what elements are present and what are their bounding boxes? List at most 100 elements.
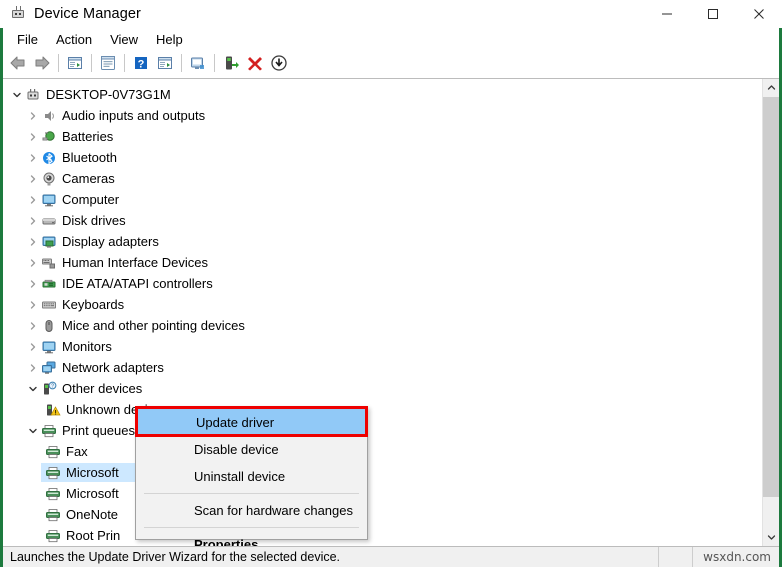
menu-file[interactable]: File xyxy=(8,30,47,49)
scroll-up-button[interactable] xyxy=(763,79,779,96)
chevron-right-icon[interactable] xyxy=(25,129,41,145)
chevron-down-icon[interactable] xyxy=(9,87,25,103)
chevron-right-icon[interactable] xyxy=(25,192,41,208)
disable-device-icon[interactable] xyxy=(267,51,291,75)
chevron-right-icon[interactable] xyxy=(25,108,41,124)
view-icon[interactable] xyxy=(153,51,177,75)
menu-help[interactable]: Help xyxy=(147,30,192,49)
tree-item-label: Print queues xyxy=(62,422,135,438)
chevron-down-icon[interactable] xyxy=(25,381,41,397)
vertical-scrollbar[interactable] xyxy=(762,79,779,546)
device-manager-window: Device Manager File Action View Help ? D… xyxy=(0,0,782,567)
chevron-right-icon[interactable] xyxy=(25,171,41,187)
tree-item-computer[interactable]: Computer xyxy=(3,189,755,210)
forward-arrow-icon[interactable] xyxy=(30,51,54,75)
device-tree: DESKTOP-0V73G1M Audio inputs and outputs xyxy=(3,79,755,546)
menu-action[interactable]: Action xyxy=(47,30,101,49)
context-menu-label: Disable device xyxy=(194,442,279,457)
back-arrow-icon[interactable] xyxy=(6,51,30,75)
watermark: wsxdn.com xyxy=(692,547,771,567)
tree-item-label: Root Prin xyxy=(66,527,121,543)
tree-item-monitors[interactable]: Monitors xyxy=(3,336,755,357)
tree-item-label: Fax xyxy=(66,443,88,459)
bluetooth-icon xyxy=(41,150,57,166)
hid-icon xyxy=(41,255,57,271)
chevron-right-icon[interactable] xyxy=(25,297,41,313)
tree-item-cameras[interactable]: Cameras xyxy=(3,168,755,189)
display-adapter-icon xyxy=(41,234,57,250)
show-hide-console-tree-icon[interactable] xyxy=(63,51,87,75)
tree-item-desktop[interactable]: DESKTOP-0V73G1M xyxy=(3,84,755,105)
tree-item-mice[interactable]: Mice and other pointing devices xyxy=(3,315,755,336)
computer-root-icon xyxy=(25,87,41,103)
printer-icon xyxy=(45,486,61,502)
tree-item-audio[interactable]: Audio inputs and outputs xyxy=(3,105,755,126)
other-device-icon: ? xyxy=(41,381,57,397)
menu-view[interactable]: View xyxy=(101,30,147,49)
tree-item-other-devices[interactable]: ? Other devices xyxy=(3,378,755,399)
maximize-button[interactable] xyxy=(690,0,736,28)
help-icon[interactable]: ? xyxy=(129,51,153,75)
minimize-button[interactable] xyxy=(644,0,690,28)
tree-item-root-print-queue[interactable]: Root Prin xyxy=(3,525,755,546)
svg-text:?: ? xyxy=(138,59,145,71)
tree-item-label: Mice and other pointing devices xyxy=(62,317,245,333)
scrollbar-thumb[interactable] xyxy=(763,97,779,497)
toolbar-separator xyxy=(214,54,215,72)
properties-icon[interactable] xyxy=(96,51,120,75)
printer-icon xyxy=(45,444,61,460)
context-menu-label: Scan for hardware changes xyxy=(194,503,353,518)
camera-icon xyxy=(41,171,57,187)
uninstall-device-icon[interactable] xyxy=(243,51,267,75)
close-button[interactable] xyxy=(736,0,782,28)
keyboard-icon xyxy=(41,297,57,313)
tree-item-microsoft-selected[interactable]: Microsoft xyxy=(3,462,755,483)
tree-item-human-interface-devices[interactable]: Human Interface Devices xyxy=(3,252,755,273)
tree-item-network-adapters[interactable]: Network adapters xyxy=(3,357,755,378)
context-menu-separator xyxy=(144,493,359,494)
tree-item-label: Microsoft xyxy=(66,464,119,480)
tree-item-ide-controllers[interactable]: IDE ATA/ATAPI controllers xyxy=(3,273,755,294)
context-menu-item-uninstall-device[interactable]: Uninstall device xyxy=(136,463,367,490)
tree-item-fax[interactable]: Fax xyxy=(3,441,755,462)
chevron-right-icon[interactable] xyxy=(25,150,41,166)
scroll-down-button[interactable] xyxy=(763,529,779,546)
toolbar-separator xyxy=(91,54,92,72)
context-menu-item-disable-device[interactable]: Disable device xyxy=(136,436,367,463)
tree-item-disk-drives[interactable]: Disk drives xyxy=(3,210,755,231)
tree-item-keyboards[interactable]: Keyboards xyxy=(3,294,755,315)
scan-hardware-changes-icon[interactable] xyxy=(186,51,210,75)
toolbar-separator xyxy=(124,54,125,72)
tree-item-microsoft[interactable]: Microsoft xyxy=(3,483,755,504)
chevron-right-icon[interactable] xyxy=(25,339,41,355)
context-menu-separator xyxy=(144,527,359,528)
tree-item-bluetooth[interactable]: Bluetooth xyxy=(3,147,755,168)
tree-item-label: Monitors xyxy=(62,338,112,354)
device-manager-icon xyxy=(10,6,26,22)
context-menu-item-scan-hardware-changes[interactable]: Scan for hardware changes xyxy=(136,497,367,524)
chevron-right-icon[interactable] xyxy=(25,318,41,334)
network-adapter-icon xyxy=(41,360,57,376)
tree-item-display-adapters[interactable]: Display adapters xyxy=(3,231,755,252)
chevron-right-icon[interactable] xyxy=(25,276,41,292)
tree-item-label: Display adapters xyxy=(62,233,159,249)
tree-item-batteries[interactable]: Batteries xyxy=(3,126,755,147)
printer-icon xyxy=(45,465,61,481)
tree-item-label: Microsoft xyxy=(66,485,119,501)
printer-icon xyxy=(45,507,61,523)
context-menu: Update driver Disable device Uninstall d… xyxy=(135,406,368,552)
tree-item-onenote[interactable]: OneNote xyxy=(3,504,755,525)
chevron-right-icon[interactable] xyxy=(25,255,41,271)
chevron-right-icon[interactable] xyxy=(25,234,41,250)
update-driver-icon[interactable] xyxy=(219,51,243,75)
chevron-right-icon[interactable] xyxy=(25,213,41,229)
chevron-right-icon[interactable] xyxy=(25,360,41,376)
tree-item-print-queues[interactable]: Print queues xyxy=(3,420,755,441)
tree-item-label: Keyboards xyxy=(62,296,125,312)
chevron-down-icon[interactable] xyxy=(25,423,41,439)
tree-item-unknown-device[interactable]: Unknown device xyxy=(3,399,755,420)
tree-item-label: Batteries xyxy=(62,128,114,144)
context-menu-item-update-driver[interactable]: Update driver xyxy=(138,409,365,436)
tree-item-label: Network adapters xyxy=(62,359,164,375)
tree-item-label: Cameras xyxy=(62,170,115,186)
